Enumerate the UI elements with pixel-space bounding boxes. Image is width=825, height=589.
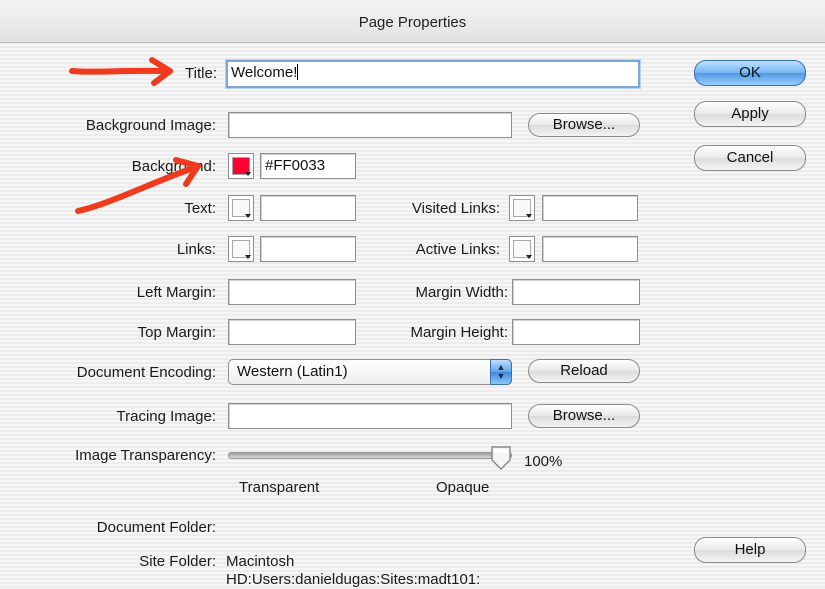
annotation-arrow-icon	[75, 157, 201, 214]
annotation-arrow-icon	[69, 57, 173, 86]
annotation-overlay	[69, 57, 201, 214]
